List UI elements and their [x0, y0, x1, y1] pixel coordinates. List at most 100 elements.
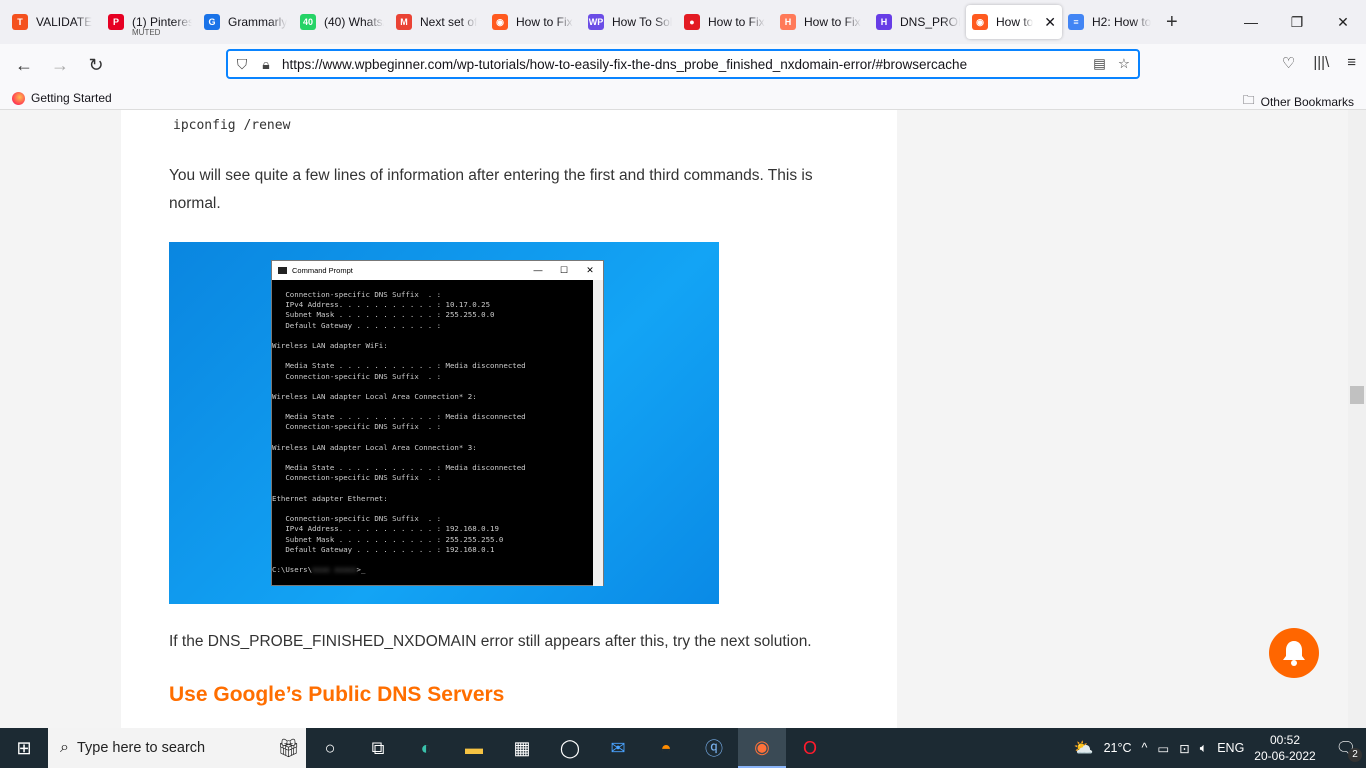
tab[interactable]: ≡ H2: How to: [1062, 5, 1158, 39]
clock[interactable]: 00:52 20-06-2022: [1254, 732, 1315, 764]
taskbar-search[interactable]: ⌕ Type here to search 🎁︎: [48, 728, 306, 768]
tab[interactable]: 40 (40) WhatsApp: [294, 5, 390, 39]
maximize-icon: ☐: [559, 265, 569, 275]
page-scrollbar[interactable]: [1348, 110, 1366, 728]
tab[interactable]: P (1) Pinterest MUTED: [102, 5, 198, 39]
cmd-scrollbar: [593, 280, 603, 586]
code-snippet: ipconfig /renew: [173, 118, 291, 133]
tab[interactable]: T VALIDATE: [6, 5, 102, 39]
paragraph: If the DNS_PROBE_FINISHED_NXDOMAIN error…: [169, 633, 812, 650]
cmd-line: Default Gateway . . . . . . . . . : 192.…: [272, 544, 495, 554]
network-icon[interactable]: ⊡: [1179, 741, 1189, 756]
show-hidden-icons[interactable]: ^: [1142, 741, 1148, 755]
notification-bell-button[interactable]: [1269, 628, 1319, 678]
bird-icon: ●: [684, 14, 700, 30]
store-icon[interactable]: ▦: [498, 728, 546, 768]
reader-view-icon[interactable]: ▤: [1093, 56, 1106, 72]
file-explorer-icon[interactable]: ▬: [450, 728, 498, 768]
shield-icon[interactable]: ⛉: [228, 56, 256, 73]
command-prompt-screenshot: Command Prompt — ☐ ✕ Connection-specific D…: [169, 242, 719, 604]
action-center-icon[interactable]: 🗨︎ 2: [1336, 738, 1362, 762]
blurred-username: xxxx xxxxx: [312, 565, 357, 575]
cmd-line: [272, 382, 603, 392]
reload-button[interactable]: ↻: [78, 55, 114, 76]
close-tab-button[interactable]: ✕: [1044, 14, 1056, 31]
cmd-output: Connection-specific DNS Suffix . : IPv4 …: [272, 280, 603, 575]
taskbar: ⊞ ⌕ Type here to search 🎁︎ ○ ⧉ ◐ ▬ ▦ ◯ ✉…: [0, 728, 1366, 768]
tab-muted-label: MUTED: [132, 28, 161, 37]
cmd-line: Media State . . . . . . . . . . . : Medi…: [272, 463, 526, 473]
cmd-line: [272, 331, 603, 341]
cmd-line: Subnet Mask . . . . . . . . . . . : 255.…: [272, 310, 495, 320]
lock-icon[interactable]: 🔒︎: [256, 56, 276, 73]
article: ipconfig /renew You will see quite a few…: [121, 110, 897, 728]
url-bar[interactable]: ⛉ 🔒︎ https://www.wpbeginner.com/wp-tutor…: [226, 49, 1140, 79]
cmd-icon: [278, 267, 287, 274]
whatsapp-icon: 40: [300, 14, 316, 30]
start-button[interactable]: ⊞: [0, 728, 48, 768]
cmd-line: IPv4 Address. . . . . . . . . . . : 192.…: [272, 524, 499, 534]
edge-icon[interactable]: ◐: [402, 728, 450, 768]
bookmark-getting-started[interactable]: Getting Started: [12, 91, 112, 105]
t-logo-icon: T: [12, 14, 28, 30]
qbittorrent-icon[interactable]: ⓠ: [690, 728, 738, 768]
cmd-line: Connection-specific DNS Suffix . :: [272, 473, 442, 483]
opera-icon[interactable]: O: [786, 728, 834, 768]
language-indicator[interactable]: ENG: [1217, 741, 1244, 755]
other-bookmarks[interactable]: 🗀︎ Other Bookmarks: [1243, 91, 1354, 112]
cmd-line: [272, 433, 603, 443]
restore-button[interactable]: ❐: [1274, 0, 1320, 44]
pinterest-icon: P: [108, 14, 124, 30]
menu-icon[interactable]: ≡: [1347, 54, 1356, 72]
search-icon: ⌕: [60, 739, 69, 756]
url-text[interactable]: https://www.wpbeginner.com/wp-tutorials/…: [282, 57, 967, 72]
library-icon[interactable]: |||\: [1313, 54, 1329, 72]
minimize-icon: —: [533, 265, 543, 275]
tab[interactable]: H DNS_PROBE: [870, 5, 966, 39]
scrollbar-thumb[interactable]: [1350, 386, 1364, 404]
bookmark-star-icon[interactable]: ☆: [1118, 56, 1130, 72]
cmd-line: Ethernet adapter Ethernet:: [272, 493, 388, 503]
cmd-line: IPv4 Address. . . . . . . . . . . : 10.1…: [272, 300, 491, 310]
volume-icon[interactable]: 🔈︎: [1200, 741, 1208, 756]
wpbeginner-icon: ◉: [972, 14, 988, 30]
tab[interactable]: ● How to Fix: [678, 5, 774, 39]
tab-title: How To Solve: [612, 15, 672, 29]
cmd-line: Wireless LAN adapter Local Area Connecti…: [272, 442, 477, 452]
cmd-window: Command Prompt — ☐ ✕ Connection-specific D…: [271, 260, 604, 586]
mail-icon[interactable]: ✉: [594, 728, 642, 768]
tab[interactable]: H How to Fix: [774, 5, 870, 39]
forward-button[interactable]: →: [42, 55, 78, 76]
opera-gx-icon[interactable]: ◯: [546, 728, 594, 768]
task-view-icon[interactable]: ⧉: [354, 728, 402, 768]
docs-icon: ≡: [1068, 14, 1084, 30]
cmd-line: [272, 351, 603, 361]
tab[interactable]: WP How To Solve: [582, 5, 678, 39]
hubspot-icon: H: [780, 14, 796, 30]
gmail-icon: M: [396, 14, 412, 30]
tab-title: Grammarly: [228, 15, 288, 29]
firefox-taskbar-icon[interactable]: ◉: [738, 728, 786, 768]
cmd-line: [272, 402, 603, 412]
tab[interactable]: M Next set of: [390, 5, 486, 39]
battery-icon[interactable]: ▭: [1157, 741, 1169, 756]
cmd-line: [272, 484, 603, 494]
back-button[interactable]: ←: [6, 55, 42, 76]
tab-title: DNS_PROBE: [900, 15, 960, 29]
tab-title: How to Fix: [708, 15, 765, 29]
tab[interactable]: G Grammarly: [198, 5, 294, 39]
edge-canary-icon[interactable]: ◓: [642, 728, 690, 768]
bell-icon: [1283, 641, 1305, 666]
cortana-icon[interactable]: ○: [306, 728, 354, 768]
tab[interactable]: ◉ How to ✕: [966, 5, 1062, 39]
cmd-line: Connection-specific DNS Suffix . :: [272, 514, 442, 524]
section-heading: Use Google’s Public DNS Servers: [169, 683, 505, 706]
new-tab-button[interactable]: +: [1166, 11, 1178, 34]
tab[interactable]: ◉ How to Fix: [486, 5, 582, 39]
close-window-button[interactable]: ✕: [1320, 0, 1366, 44]
pocket-icon[interactable]: ♡: [1282, 54, 1295, 72]
cmd-line: Media State . . . . . . . . . . . : Medi…: [272, 412, 526, 422]
minimize-button[interactable]: —: [1228, 0, 1274, 44]
folder-icon: 🗀︎: [1242, 93, 1255, 107]
weather-icon[interactable]: ⛅: [1074, 738, 1094, 758]
